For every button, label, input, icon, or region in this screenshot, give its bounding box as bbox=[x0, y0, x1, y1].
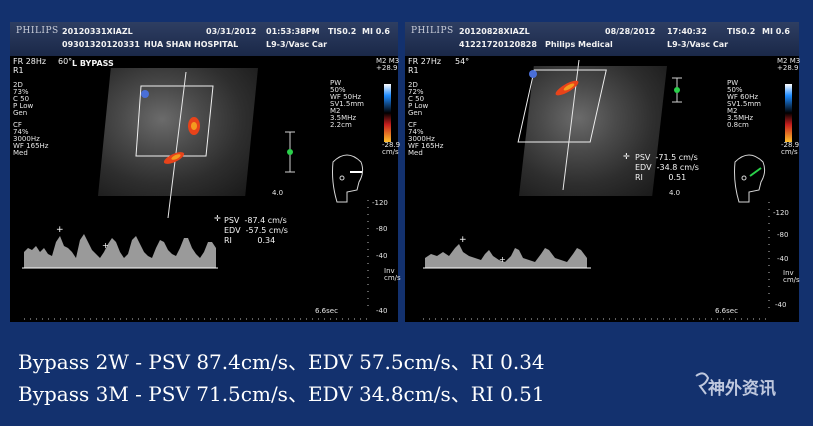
time-axis bbox=[24, 200, 370, 320]
ultrasound-panel-right: PHILIPS 20120828XIAZL 08/28/2012 17:40:3… bbox=[405, 22, 800, 322]
caption-line-1: Bypass 2W - PSV 87.4cm/s、EDV 57.5cm/s、RI… bbox=[18, 350, 545, 374]
caption-line-2: Bypass 3M - PSV 71.5cm/s、EDV 34.8cm/s、RI… bbox=[18, 382, 545, 406]
ultrasound-panel-left: PHILIPS 20120331XIAZL 03/31/2012 01:53:3… bbox=[10, 22, 401, 322]
time-axis bbox=[423, 202, 770, 320]
watermark-text: 神外资讯 bbox=[708, 379, 776, 399]
watermark: 神外资讯 bbox=[692, 370, 802, 400]
